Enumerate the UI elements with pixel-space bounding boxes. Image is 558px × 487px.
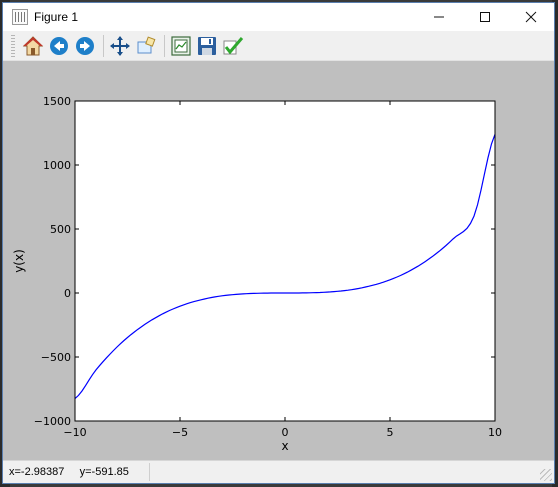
maximize-icon xyxy=(480,12,490,22)
configure-subplots-icon xyxy=(171,35,191,56)
x-tick-label: 5 xyxy=(387,426,394,439)
home-icon xyxy=(22,35,44,55)
minimize-icon xyxy=(434,16,444,18)
pan-button[interactable] xyxy=(108,34,132,58)
zoom-rect-icon xyxy=(137,36,156,53)
back-arrow-icon xyxy=(50,36,68,55)
window-title: Figure 1 xyxy=(34,10,79,24)
edit-parameters-button[interactable] xyxy=(221,34,245,58)
maximize-button[interactable] xyxy=(462,3,508,31)
home-button[interactable] xyxy=(21,34,45,58)
y-tick-label: −1000 xyxy=(34,415,71,428)
close-icon xyxy=(525,11,537,23)
save-floppy-icon xyxy=(198,36,216,55)
resize-grip[interactable] xyxy=(540,469,552,481)
toolbar-separator xyxy=(103,34,104,57)
checkmark-edit-icon xyxy=(223,36,244,54)
figure-window: Figure 1 −10 −5 0 5 10 −1000 −500 0 500 … xyxy=(2,2,555,484)
y-tick-label: 1500 xyxy=(43,95,71,108)
x-axis-label: x xyxy=(281,439,288,453)
toolbar-grip[interactable] xyxy=(11,34,15,57)
x-tick-label: 10 xyxy=(488,426,502,439)
x-tick-label: −5 xyxy=(172,426,188,439)
close-button[interactable] xyxy=(508,3,554,31)
title-bar[interactable]: Figure 1 xyxy=(3,3,554,31)
figure-canvas[interactable]: −10 −5 0 5 10 −1000 −500 0 500 1000 1500 x y(x) xyxy=(3,61,554,462)
cursor-coordinates: x=-2.98387 y=-591.85 xyxy=(3,463,150,481)
y-tick-label: 0 xyxy=(64,287,71,300)
forward-button[interactable] xyxy=(73,34,97,58)
y-axis-label: y(x) xyxy=(12,249,26,273)
x-tick-label: 0 xyxy=(282,426,289,439)
y-tick-label: −500 xyxy=(41,351,71,364)
window-controls xyxy=(416,3,554,31)
zoom-button[interactable] xyxy=(134,34,158,58)
minimize-button[interactable] xyxy=(416,3,462,31)
plot-svg[interactable]: −10 −5 0 5 10−1000−500050010001500 x y(x) xyxy=(3,61,554,462)
navigation-toolbar xyxy=(3,31,554,61)
pan-move-icon xyxy=(110,35,130,56)
matplotlib-app-icon xyxy=(12,9,28,25)
subplots-button[interactable] xyxy=(169,34,193,58)
save-button[interactable] xyxy=(195,34,219,58)
toolbar-separator xyxy=(164,34,165,57)
y-tick-label: 500 xyxy=(50,223,71,236)
forward-arrow-icon xyxy=(76,36,94,55)
status-bar: x=-2.98387 y=-591.85 xyxy=(3,460,554,483)
back-button[interactable] xyxy=(47,34,71,58)
y-tick-label: 1000 xyxy=(43,159,71,172)
axes-background xyxy=(75,101,495,421)
